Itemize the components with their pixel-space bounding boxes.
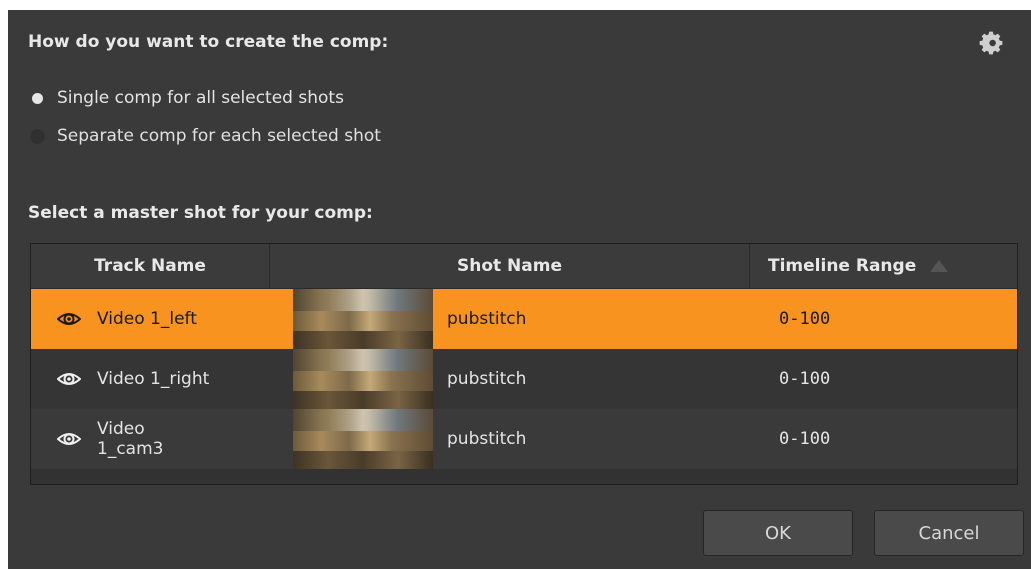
track-cell: Video 1_left bbox=[31, 309, 293, 329]
column-header-shot-name[interactable]: Shot Name bbox=[270, 244, 750, 288]
radio-separate-comp[interactable]: Separate comp for each selected shot bbox=[30, 124, 381, 148]
radio-separate-comp-label: Separate comp for each selected shot bbox=[57, 126, 381, 146]
cancel-button[interactable]: Cancel bbox=[874, 510, 1024, 556]
track-name: Video 1_right bbox=[97, 369, 210, 389]
shot-name: pubstitch bbox=[447, 309, 527, 329]
timeline-range: 0-100 bbox=[779, 309, 831, 329]
eye-icon[interactable] bbox=[57, 309, 81, 329]
sort-arrow-icon bbox=[930, 260, 949, 272]
radio-single-comp-label: Single comp for all selected shots bbox=[57, 88, 344, 108]
shot-name: pubstitch bbox=[447, 369, 527, 389]
radio-unchecked-icon bbox=[30, 128, 45, 144]
master-shot-heading: Select a master shot for your comp: bbox=[28, 203, 373, 223]
shot-name: pubstitch bbox=[447, 429, 527, 449]
table-row[interactable]: Video 1_cam3 pubstitch 0-100 bbox=[31, 409, 1017, 469]
ok-button[interactable]: OK bbox=[703, 510, 853, 556]
create-comp-dialog: How do you want to create the comp: Sing… bbox=[8, 10, 1031, 569]
track-cell: Video 1_cam3 bbox=[31, 419, 293, 459]
shot-thumbnail bbox=[293, 349, 433, 409]
timeline-range: 0-100 bbox=[779, 369, 831, 389]
gear-icon[interactable] bbox=[978, 30, 1004, 56]
eye-icon[interactable] bbox=[57, 429, 81, 449]
column-header-timeline-range[interactable]: Timeline Range bbox=[750, 244, 1017, 288]
table-header: Track Name Shot Name Timeline Range bbox=[31, 244, 1017, 289]
timeline-range: 0-100 bbox=[779, 429, 831, 449]
track-name: Video 1_left bbox=[97, 309, 197, 329]
track-name: Video 1_cam3 bbox=[97, 419, 164, 459]
table-row[interactable]: Video 1_left pubstitch 0-100 bbox=[31, 289, 1017, 349]
comp-question: How do you want to create the comp: bbox=[28, 32, 389, 52]
track-cell: Video 1_right bbox=[31, 369, 293, 389]
radio-checked-icon bbox=[30, 90, 45, 106]
shot-thumbnail bbox=[293, 289, 433, 349]
eye-icon[interactable] bbox=[57, 369, 81, 389]
shot-thumbnail bbox=[293, 409, 433, 469]
column-header-track-name[interactable]: Track Name bbox=[31, 244, 270, 288]
master-shot-table: Track Name Shot Name Timeline Range Vide… bbox=[30, 243, 1018, 485]
table-row[interactable]: Video 1_right pubstitch 0-100 bbox=[31, 349, 1017, 409]
radio-single-comp[interactable]: Single comp for all selected shots bbox=[30, 86, 344, 110]
